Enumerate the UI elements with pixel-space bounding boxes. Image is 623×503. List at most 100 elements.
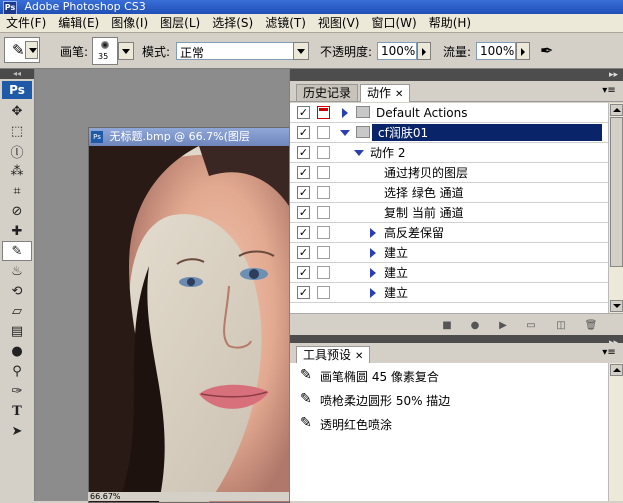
toggle-item-checkbox[interactable]: ✓ [297, 226, 310, 239]
presets-menu-icon[interactable]: ▾≡ [602, 347, 616, 359]
toggle-dialog-checkbox[interactable] [317, 106, 330, 119]
collapse-arrow-icon[interactable] [340, 130, 350, 136]
presets-scrollbar[interactable] [608, 363, 623, 501]
toggle-item-checkbox[interactable]: ✓ [297, 146, 310, 159]
flow-slider-button[interactable] [516, 42, 530, 60]
tool-preset-dropdown[interactable] [25, 41, 38, 59]
crop-tool-icon[interactable]: ⌗ [2, 181, 32, 201]
menu-select[interactable]: 选择(S) [206, 14, 259, 32]
mode-select[interactable]: 正常 [176, 42, 294, 60]
dock-header[interactable]: ▸▸ [290, 69, 623, 81]
toggle-item-checkbox[interactable]: ✓ [297, 126, 310, 139]
toggle-dialog-checkbox[interactable] [317, 206, 330, 219]
close-tab-icon[interactable]: ✕ [395, 89, 403, 100]
toggle-item-checkbox[interactable]: ✓ [297, 206, 310, 219]
blur-tool-icon[interactable]: ● [2, 341, 32, 361]
marquee-tool-icon[interactable]: ⬚ [2, 121, 32, 141]
action-row[interactable]: ✓ cf润肤01 [290, 123, 616, 143]
flow-input[interactable]: 100% [476, 42, 516, 60]
toggle-item-checkbox[interactable]: ✓ [297, 106, 310, 119]
expand-arrow-icon[interactable] [370, 268, 376, 278]
eraser-tool-icon[interactable]: ▱ [2, 301, 32, 321]
presets-scroll-up-button[interactable] [610, 364, 623, 376]
toggle-item-checkbox[interactable]: ✓ [297, 166, 310, 179]
menu-filter[interactable]: 滤镜(T) [259, 14, 312, 32]
toggle-item-checkbox[interactable]: ✓ [297, 266, 310, 279]
collapse-arrow-icon[interactable] [354, 150, 364, 156]
stop-icon[interactable]: ■ [440, 318, 454, 332]
toggle-dialog-checkbox[interactable] [317, 246, 330, 259]
action-row[interactable]: ✓ 复制 当前 通道 [290, 203, 616, 223]
scroll-down-button[interactable] [610, 300, 623, 312]
toolbox-ps-logo[interactable]: Ps [2, 81, 32, 99]
preset-item[interactable]: ✎ 透明红色喷涂 [290, 411, 608, 435]
record-icon[interactable]: ● [468, 318, 482, 332]
menu-view[interactable]: 视图(V) [312, 14, 366, 32]
menu-layer[interactable]: 图层(L) [154, 14, 206, 32]
toggle-dialog-checkbox[interactable] [317, 226, 330, 239]
type-tool-icon[interactable]: T [2, 401, 32, 421]
tool-preset-picker[interactable]: ✎ [4, 37, 40, 63]
brush-tool-icon[interactable]: ✎ [2, 241, 32, 261]
toggle-dialog-checkbox[interactable] [317, 286, 330, 299]
menu-edit[interactable]: 编辑(E) [52, 14, 105, 32]
new-action-icon[interactable]: ◫ [554, 318, 568, 332]
menu-file[interactable]: 文件(F) [0, 14, 52, 32]
dodge-tool-icon[interactable]: ⚲ [2, 361, 32, 381]
tab-tool-presets[interactable]: 工具预设 ✕ [296, 346, 371, 364]
brush-picker[interactable]: 35 [92, 37, 118, 65]
action-row[interactable]: ✓ 通过拷贝的图层 [290, 163, 616, 183]
toggle-item-checkbox[interactable]: ✓ [297, 246, 310, 259]
brush-dropdown[interactable] [118, 42, 134, 60]
action-row[interactable]: ✓ Default Actions [290, 103, 616, 123]
history-brush-tool-icon[interactable]: ⟲ [2, 281, 32, 301]
airbrush-icon[interactable]: ✒ [540, 41, 553, 60]
portrait-canvas[interactable] [89, 146, 289, 502]
close-presets-tab-icon[interactable]: ✕ [355, 351, 363, 362]
toolbox-grip[interactable]: ◂◂ [0, 69, 34, 79]
magic-wand-tool-icon[interactable]: ⁂ [2, 161, 32, 181]
healing-brush-tool-icon[interactable]: ✚ [2, 221, 32, 241]
zoom-level[interactable]: 66.67% [90, 492, 121, 501]
preset-item[interactable]: ✎ 画笔椭圆 45 像素复合 [290, 363, 608, 387]
toggle-item-checkbox[interactable]: ✓ [297, 186, 310, 199]
expand-arrow-icon[interactable] [370, 288, 376, 298]
action-row[interactable]: ✓ 建立 [290, 263, 616, 283]
document-window[interactable]: Ps 无标题.bmp @ 66.7%(图层 [88, 127, 290, 503]
path-selection-tool-icon[interactable]: ➤ [2, 421, 32, 441]
panel-menu-icon[interactable]: ▾≡ [602, 85, 616, 97]
clone-stamp-tool-icon[interactable]: ♨ [2, 261, 32, 281]
tab-history[interactable]: 历史记录 [296, 84, 359, 101]
eyedropper-tool-icon[interactable]: ⊘ [2, 201, 32, 221]
trash-icon[interactable]: 🗑 [584, 318, 598, 332]
new-set-folder-icon[interactable]: ▭ [524, 318, 538, 332]
action-row[interactable]: ✓ 选择 绿色 通道 [290, 183, 616, 203]
pen-tool-icon[interactable]: ✑ [2, 381, 32, 401]
scroll-up-button[interactable] [610, 104, 623, 116]
collapse-dock-icon[interactable]: ▸▸ [609, 70, 618, 80]
preset-item[interactable]: ✎ 喷枪柔边圆形 50% 描边 [290, 387, 608, 411]
action-row[interactable]: ✓ 建立 [290, 243, 616, 263]
toggle-dialog-checkbox[interactable] [317, 146, 330, 159]
expand-arrow-icon[interactable] [370, 228, 376, 238]
toggle-dialog-checkbox[interactable] [317, 126, 330, 139]
scroll-thumb[interactable] [610, 117, 623, 267]
document-title-bar[interactable]: Ps 无标题.bmp @ 66.7%(图层 [89, 128, 289, 146]
actions-scrollbar[interactable] [608, 103, 623, 313]
toggle-dialog-checkbox[interactable] [317, 266, 330, 279]
menu-window[interactable]: 窗口(W) [365, 14, 422, 32]
toggle-dialog-checkbox[interactable] [317, 166, 330, 179]
action-row[interactable]: ✓ 高反差保留 [290, 223, 616, 243]
move-tool-icon[interactable]: ✥ [2, 101, 32, 121]
play-icon[interactable]: ▶ [496, 318, 510, 332]
toggle-item-checkbox[interactable]: ✓ [297, 286, 310, 299]
action-row[interactable]: ✓ 建立 [290, 283, 616, 303]
toggle-dialog-checkbox[interactable] [317, 186, 330, 199]
expand-arrow-icon[interactable] [370, 248, 376, 258]
expand-arrow-icon[interactable] [342, 108, 348, 118]
gradient-tool-icon[interactable]: ▤ [2, 321, 32, 341]
menu-help[interactable]: 帮助(H) [423, 14, 477, 32]
menu-image[interactable]: 图像(I) [105, 14, 154, 32]
opacity-slider-button[interactable] [417, 42, 431, 60]
opacity-input[interactable]: 100% [377, 42, 417, 60]
